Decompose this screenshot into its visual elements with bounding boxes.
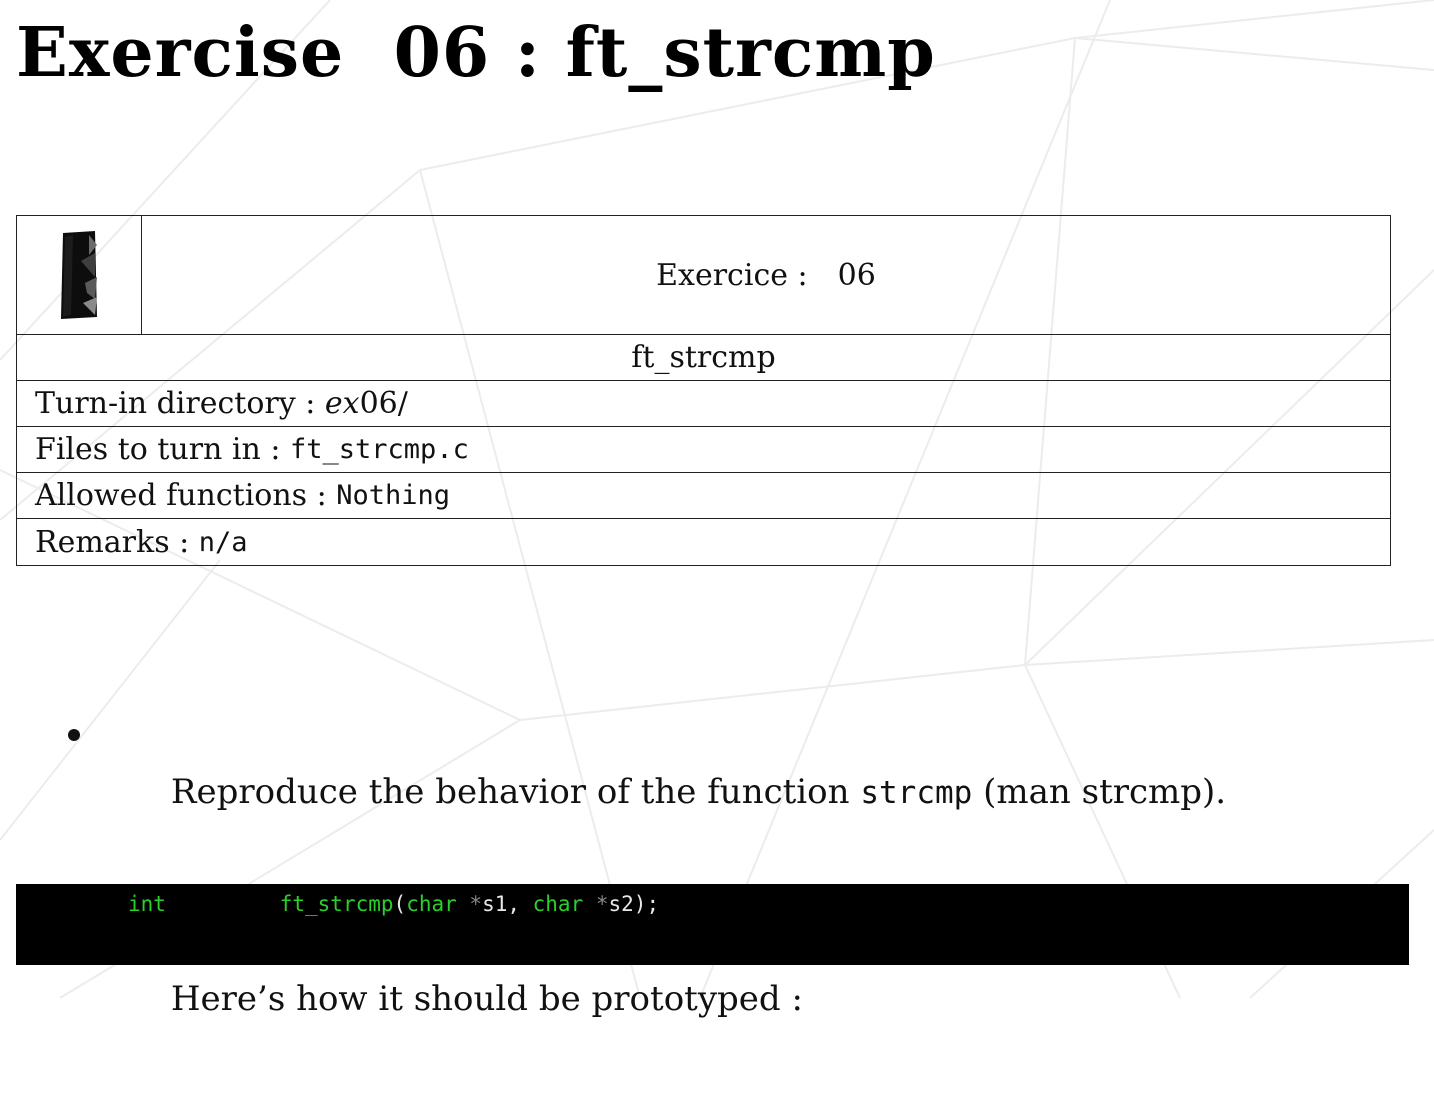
code-param-type: char bbox=[406, 892, 457, 916]
turnin-label: Turn-in directory : bbox=[35, 386, 325, 421]
code-return-type: int bbox=[128, 892, 166, 916]
code-spacing bbox=[166, 892, 280, 916]
exercise-header-row: Exercice : 06 bbox=[17, 216, 1390, 335]
allowed-value: Nothing bbox=[336, 480, 451, 511]
allowed-functions-row: Allowed functions : Nothing bbox=[17, 473, 1390, 519]
exercise-name-row: ft_strcmp bbox=[17, 335, 1390, 381]
list-item: Reproduce the behavior of the function s… bbox=[66, 705, 1226, 880]
allowed-label: Allowed functions : bbox=[35, 478, 337, 513]
turnin-directory-row: Turn-in directory : ex 06/ bbox=[17, 381, 1390, 427]
code-paren: ( bbox=[393, 892, 407, 916]
bullet-text: Reproduce the behavior of the function bbox=[170, 772, 861, 812]
code-param-type: char bbox=[532, 892, 584, 916]
code-function-name: ft_strcmp bbox=[279, 892, 394, 916]
school-logo-cell bbox=[17, 216, 142, 334]
page-content: Exercise 06 : ft_strcmp Exercice : 06 ft… bbox=[0, 0, 1434, 1019]
exercise-label: Exercice : bbox=[656, 257, 808, 293]
turnin-value: 06/ bbox=[359, 386, 408, 421]
prototype-code-block: int ft_strcmp(char *s1, char *s2); bbox=[16, 884, 1409, 965]
exercise-number-cell: Exercice : 06 bbox=[142, 216, 1390, 334]
turnin-prefix: ex bbox=[324, 386, 360, 421]
exercise-name: ft_strcmp bbox=[631, 340, 776, 375]
remarks-value: n/a bbox=[198, 526, 248, 558]
code-pointer: * bbox=[583, 892, 609, 916]
code-pointer: * bbox=[456, 892, 483, 916]
bullet-text: (man strcmp). bbox=[972, 772, 1227, 812]
bullet-text: Here’s how it should be prototyped : bbox=[170, 979, 803, 1019]
remarks-label: Remarks : bbox=[35, 524, 199, 560]
bullet-code: strcmp bbox=[860, 775, 973, 811]
files-value: ft_strcmp.c bbox=[290, 434, 469, 465]
exercise-info-table: Exercice : 06 ft_strcmp Turn-in director… bbox=[16, 215, 1391, 566]
exercise-number: 06 bbox=[837, 257, 876, 293]
remarks-row: Remarks : n/a bbox=[17, 519, 1390, 565]
school-logo-icon bbox=[61, 231, 97, 319]
code-param-name: s2); bbox=[608, 892, 660, 916]
files-to-turn-in-row: Files to turn in : ft_strcmp.c bbox=[17, 427, 1390, 473]
files-label: Files to turn in : bbox=[35, 432, 291, 467]
code-param-name: s1, bbox=[482, 892, 533, 916]
page-title: Exercise 06 : ft_strcmp bbox=[16, 13, 936, 93]
bullet-icon bbox=[68, 729, 80, 741]
